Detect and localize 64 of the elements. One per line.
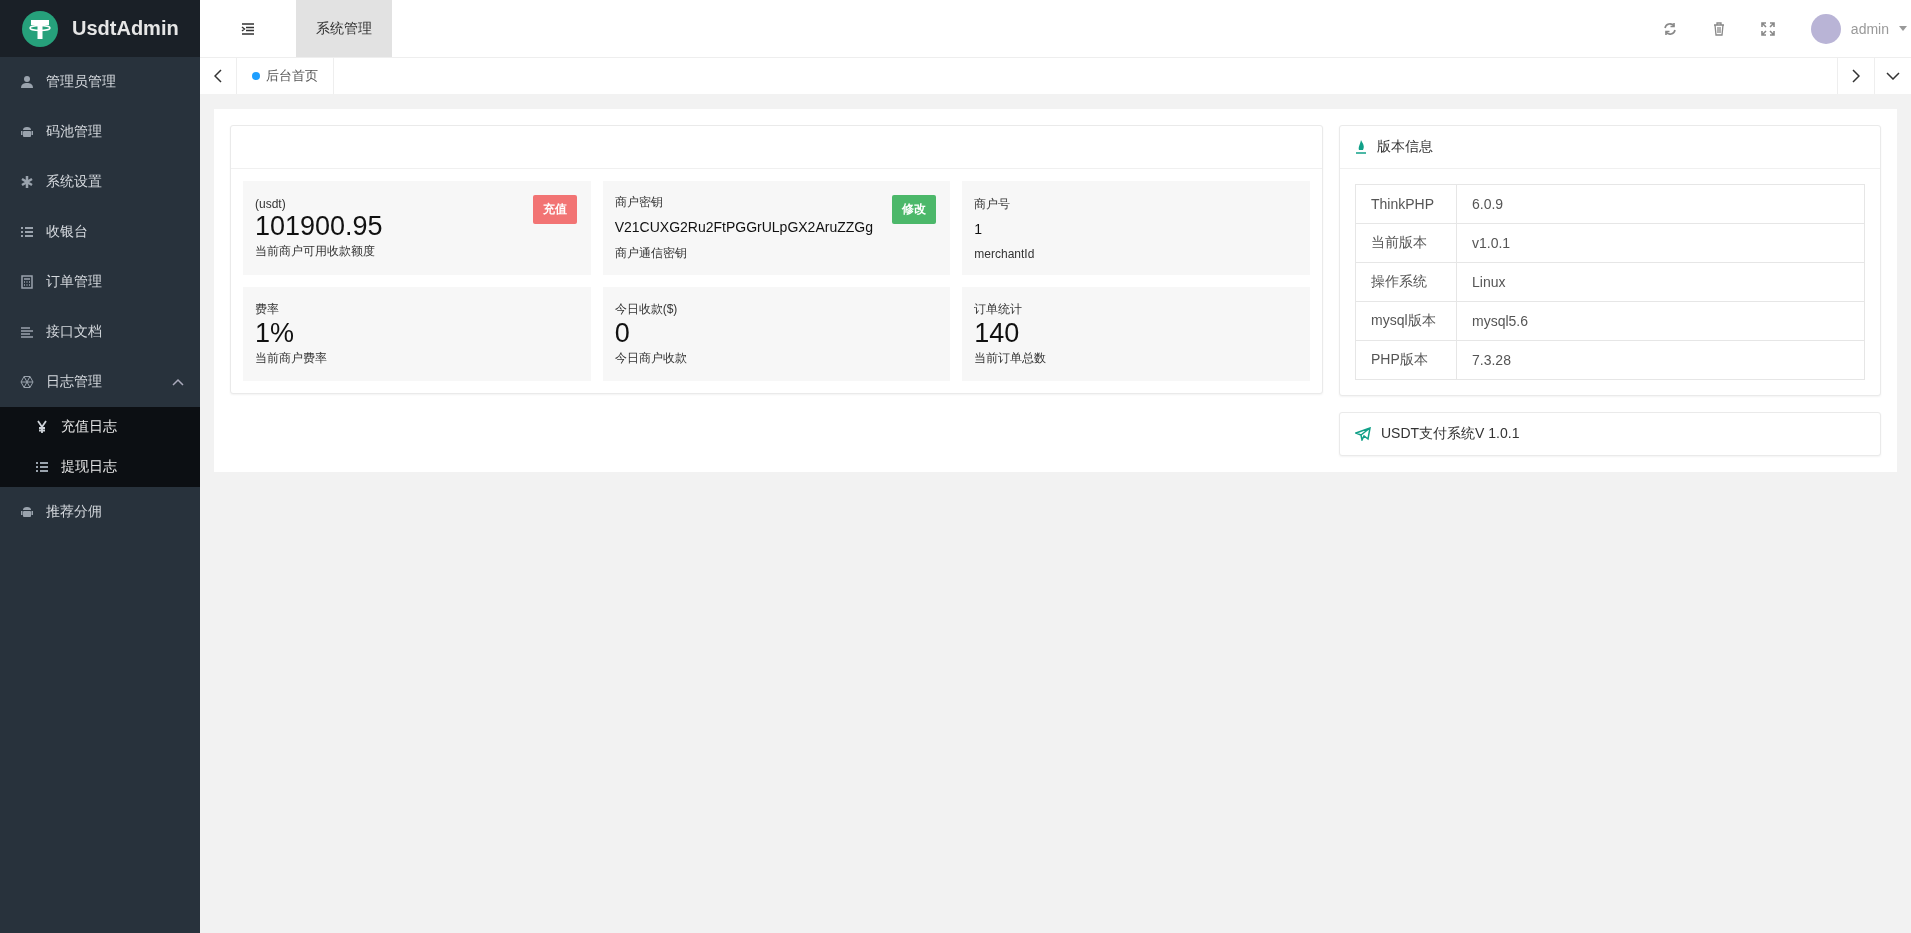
menu-icon[interactable] — [241, 22, 255, 35]
table-cell: v1.0.1 — [1456, 223, 1865, 263]
refresh-icon[interactable] — [1662, 21, 1677, 36]
card-title: 版本信息 — [1377, 138, 1433, 156]
android-icon — [20, 505, 34, 519]
tether-logo-icon — [22, 10, 58, 47]
user-icon — [20, 75, 34, 89]
stat-caption: 当前商户可用收款额度 — [255, 242, 375, 260]
table-cell: 当前版本 — [1355, 223, 1457, 263]
table-cell: mysql5.6 — [1456, 301, 1865, 341]
stat-label: 今日收款($) — [614, 301, 678, 318]
table-cell: 6.0.9 — [1456, 184, 1865, 224]
stat-caption: 商户通信密钥 — [614, 245, 687, 262]
stat-label: 商户密钥 — [614, 194, 663, 211]
stat-caption: merchantId — [974, 246, 1035, 261]
footer-text: USDT支付系统V 1.0.1 — [1381, 425, 1520, 443]
table-cell: Linux — [1456, 262, 1865, 302]
brand-title: UsdtAdmin — [72, 17, 179, 40]
stat-value: 1% — [255, 318, 295, 348]
table-cell: PHP版本 — [1355, 340, 1457, 380]
caret-icon — [1899, 26, 1907, 31]
stat-caption: 当前订单总数 — [974, 350, 1047, 367]
sidebar-item[interactable]: 日志管理 — [0, 357, 200, 407]
sidebar-item[interactable]: 推荐分佣 — [0, 487, 200, 537]
chevron-left-icon[interactable] — [214, 69, 222, 83]
sidebar-item[interactable]: 接口文档 — [0, 307, 200, 357]
trash-icon[interactable] — [1712, 21, 1725, 36]
android-icon — [20, 125, 34, 139]
chevron-right-icon[interactable] — [1852, 69, 1860, 83]
stat-value: V21CUXG2Ru2FtPGGrULpGX2AruZZGg — [614, 218, 873, 237]
calculator-icon — [20, 275, 34, 289]
stat-caption: 当前商户费率 — [255, 350, 327, 367]
paper-plane-icon — [1355, 427, 1371, 441]
flame-icon — [1355, 140, 1367, 154]
table-cell: 7.3.28 — [1456, 340, 1865, 380]
stat-label: 商户号 — [974, 195, 1011, 213]
stat-value: 140 — [974, 318, 1020, 348]
table-cell: ThinkPHP — [1355, 184, 1457, 224]
sidebar-item[interactable]: 收银台 — [0, 207, 200, 257]
sidebar-subitem[interactable]: 充值日志 — [0, 407, 200, 447]
page-tab[interactable]: 后台首页 — [237, 58, 334, 94]
list-icon — [20, 225, 34, 239]
asterisk-icon — [20, 175, 34, 189]
stat-value: 1 — [974, 219, 983, 239]
table-cell: 操作系统 — [1355, 262, 1457, 302]
yen-icon — [35, 420, 49, 434]
sidebar-item[interactable]: 管理员管理 — [0, 57, 200, 107]
module-tab[interactable]: 系统管理 — [296, 0, 392, 57]
fullscreen-icon[interactable] — [1760, 21, 1775, 36]
text-lines-icon — [20, 325, 34, 339]
sidebar-subitem[interactable]: 提现日志 — [0, 447, 200, 487]
list-icon — [35, 460, 49, 474]
stat-value: 101900.95 — [255, 210, 383, 241]
stat-label: (usdt) — [255, 196, 286, 211]
sidebar-item[interactable]: 码池管理 — [0, 107, 200, 157]
stat-caption: 今日商户收款 — [614, 350, 687, 367]
stat-value: 0 — [614, 318, 630, 348]
chevron-down-icon[interactable] — [1886, 72, 1900, 80]
stat-label: 费率 — [255, 301, 279, 318]
stat-label: 订单统计 — [974, 301, 1023, 318]
hexagon-icon — [20, 375, 34, 389]
sidebar-item[interactable]: 系统设置 — [0, 157, 200, 207]
table-cell: mysql版本 — [1355, 301, 1457, 341]
sidebar-item[interactable]: 订单管理 — [0, 257, 200, 307]
